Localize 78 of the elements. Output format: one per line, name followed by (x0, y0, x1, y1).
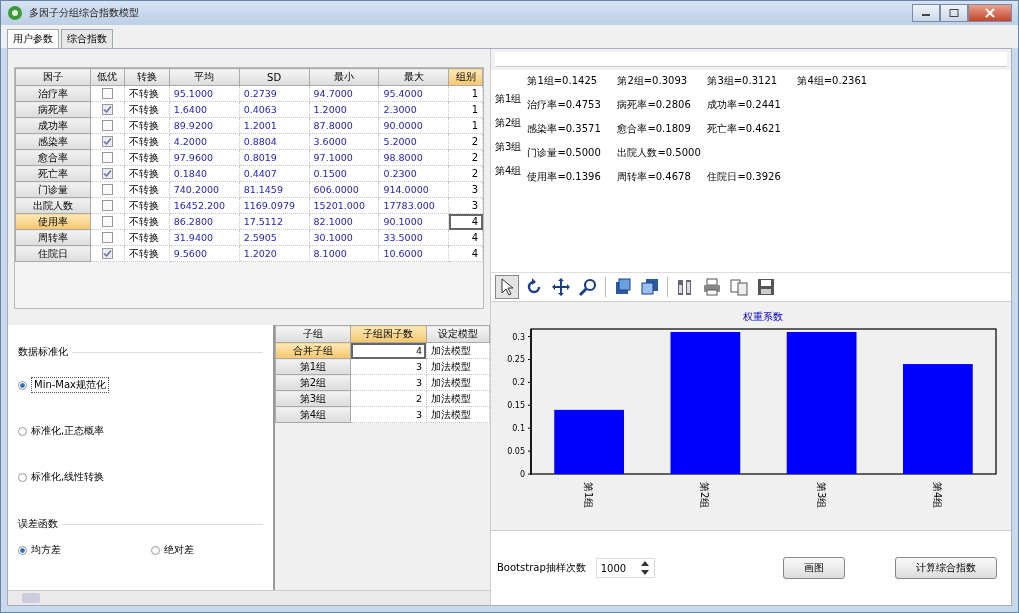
action-button[interactable]: 画图 (783, 557, 845, 579)
tab[interactable]: 综合指数 (61, 29, 113, 48)
checkbox[interactable] (101, 232, 113, 244)
weight-text: 使用率=0.1396 (527, 170, 602, 184)
tick-label: 0.25 (507, 355, 525, 365)
radio-option[interactable]: 标准化,线性转换 (18, 457, 263, 497)
weight-text: 门诊量=0.5000 (527, 146, 602, 160)
radio-option[interactable]: 绝对差 (151, 537, 194, 563)
weight-text: 周转率=0.4678 (617, 170, 692, 184)
column-header[interactable]: 组别 (448, 68, 483, 86)
column-header[interactable]: SD (239, 68, 310, 86)
group-label: 第3组 (495, 140, 522, 154)
minimize-button[interactable] (912, 4, 940, 22)
column-header[interactable]: 低优 (90, 68, 125, 86)
column-header[interactable]: 设定模型 (426, 325, 490, 343)
tick-label: 0.3 (512, 332, 525, 342)
maximize-button[interactable] (940, 4, 968, 22)
category-label: 第3组 (815, 482, 827, 509)
checkbox[interactable] (101, 136, 113, 148)
checkbox[interactable] (101, 120, 113, 132)
input-field[interactable] (495, 52, 1007, 67)
maximize-icon[interactable] (949, 9, 959, 17)
spinner-arrows-icon[interactable] (640, 560, 651, 576)
close-button[interactable] (968, 4, 1012, 22)
column-header[interactable]: 因子 (15, 68, 91, 86)
column-header[interactable]: 平均 (169, 68, 240, 86)
column-header[interactable]: 最大 (378, 68, 449, 86)
checkbox[interactable] (101, 248, 113, 260)
group-label: 第4组 (495, 164, 522, 178)
weight-text: 出院人数=0.5000 (617, 146, 702, 160)
weight-text: 愈合率=0.1809 (617, 122, 692, 136)
radio-option[interactable]: Min-Max规范化 (18, 365, 263, 405)
checkbox[interactable] (101, 88, 113, 100)
checkbox[interactable] (101, 200, 113, 212)
weight-text: 死亡率=0.4621 (707, 122, 782, 136)
weight-text: 第4组=0.2361 (797, 74, 869, 88)
column-header[interactable]: 子组因子数 (350, 325, 427, 343)
category-label: 第1组 (583, 482, 595, 509)
column-header[interactable]: 子组 (275, 325, 351, 343)
tick-label: 0.15 (507, 401, 525, 411)
tick-label: 0.05 (507, 447, 525, 457)
column-header[interactable]: 转换 (124, 68, 170, 86)
radio-option[interactable]: 均方差 (18, 537, 61, 563)
action-button[interactable]: 计算综合指数 (895, 557, 997, 579)
window-title: 多因子分组综合指数模型 (29, 6, 139, 20)
weight-text: 感染率=0.3571 (527, 122, 602, 136)
weight-text: 治疗率=0.4753 (527, 98, 602, 112)
radio-option[interactable]: 标准化,正态概率 (18, 411, 263, 451)
checkbox[interactable] (101, 152, 113, 164)
pointer-icon[interactable] (495, 275, 519, 299)
chart-title: 权重系数 (743, 311, 783, 322)
checkbox[interactable] (101, 104, 113, 116)
tick-label: 0.2 (512, 378, 525, 388)
category-label: 第4组 (931, 482, 943, 509)
checkbox[interactable] (101, 168, 113, 180)
group-label: 第1组 (495, 92, 522, 106)
column-header[interactable]: 最小 (309, 68, 379, 86)
group-title: 数据标准化 (18, 345, 68, 359)
app-icon (7, 5, 23, 21)
weight-text: 成功率=0.2441 (707, 98, 782, 112)
weight-text: 第1组=0.1425 (527, 74, 599, 88)
group-label: 第2组 (495, 116, 522, 130)
checkbox[interactable] (101, 216, 113, 228)
weight-text: 第3组=0.3121 (707, 74, 779, 88)
tick-label: 0.1 (512, 424, 525, 434)
horizontal-scrollbar[interactable] (8, 590, 490, 605)
weight-text: 第2组=0.3093 (617, 74, 689, 88)
bar (554, 409, 624, 474)
category-label: 第2组 (699, 482, 711, 509)
weight-text: 住院日=0.3926 (707, 170, 782, 184)
spinner-field[interactable]: 1000 (595, 558, 656, 578)
tick-label: 0 (519, 470, 525, 479)
field-label: Bootstrap抽样次数 (497, 561, 586, 575)
weight-text: 病死率=0.2806 (617, 98, 692, 112)
group-title: 误差函数 (18, 517, 58, 531)
tab[interactable]: 用户参数 (7, 29, 59, 48)
checkbox[interactable] (101, 184, 113, 196)
close-icon[interactable] (985, 8, 995, 18)
